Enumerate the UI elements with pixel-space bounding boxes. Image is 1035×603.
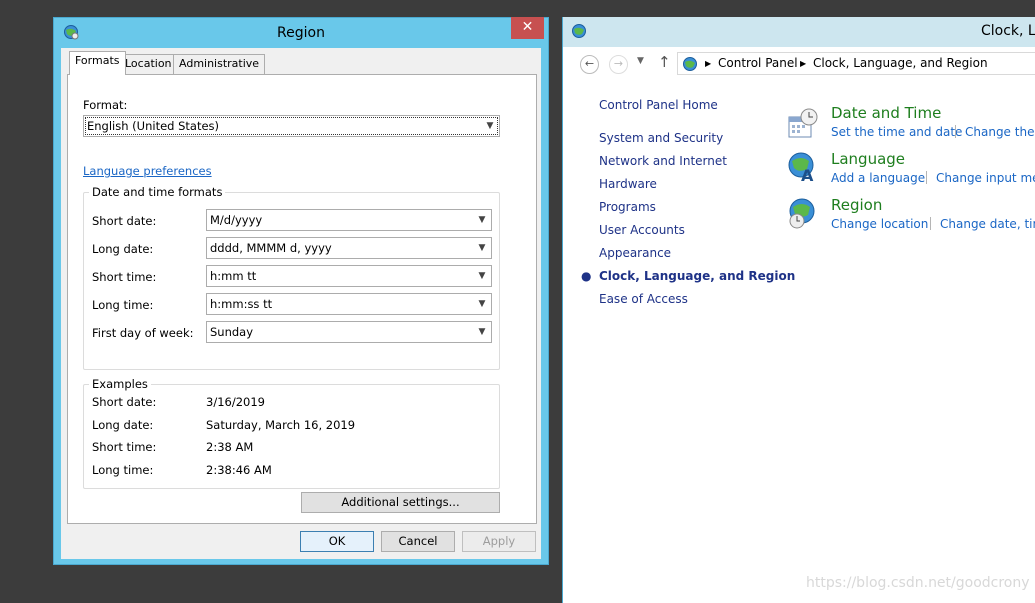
chevron-down-icon: ▼ (478, 243, 486, 253)
category-region-title[interactable]: Region (831, 196, 882, 214)
breadcrumb-separator-icon: ▶ (705, 59, 712, 68)
language-preferences-link[interactable]: Language preferences (83, 164, 212, 178)
example-short-time-value: 2:38 AM (206, 440, 254, 454)
tab-administrative[interactable]: Administrative (173, 54, 266, 74)
svg-text:A: A (801, 166, 814, 183)
watermark-text: https://blog.csdn.net/goodcrony (806, 575, 1030, 591)
chevron-down-icon: ▼ (478, 299, 486, 309)
example-long-time-value: 2:38:46 AM (206, 463, 272, 477)
breadcrumb-clock-language-region[interactable]: Clock, Language, and Region (813, 53, 988, 74)
link-separator (930, 217, 931, 230)
long-date-label: Long date: (92, 242, 154, 256)
close-button[interactable]: ✕ (511, 17, 544, 39)
sidebar-item-control-panel-home[interactable]: Control Panel Home (599, 98, 718, 112)
sidebar-item-system-security[interactable]: System and Security (599, 131, 723, 145)
forward-arrow-icon[interactable]: → (609, 55, 628, 74)
calendar-clock-icon (787, 107, 819, 139)
current-item-bullet-icon: ● (581, 269, 592, 283)
apply-button[interactable]: Apply (462, 531, 536, 552)
sidebar-item-clock-language-region[interactable]: Clock, Language, and Region (599, 269, 795, 283)
tab-formats[interactable]: Formats (69, 51, 126, 75)
short-time-label: Short time: (92, 270, 157, 284)
add-language-link[interactable]: Add a language (831, 171, 925, 185)
link-separator (926, 171, 927, 184)
examples-group: Examples Short date: 3/16/2019 Long date… (83, 377, 500, 489)
dialog-client-area: Formats Location Administrative Format: … (61, 48, 541, 559)
up-arrow-icon[interactable]: ↑ (658, 53, 671, 71)
short-time-dropdown[interactable]: h:mm tt ▼ (206, 265, 492, 287)
long-date-dropdown[interactable]: dddd, MMMM d, yyyy ▼ (206, 237, 492, 259)
first-day-of-week-label: First day of week: (92, 326, 194, 340)
category-date-time-title[interactable]: Date and Time (831, 104, 941, 122)
control-panel-window: Clock, La ← → ▼ ↑ ▶ Control Panel ▶ Cloc… (562, 17, 1035, 603)
format-label: Format: (83, 98, 128, 112)
first-day-of-week-dropdown[interactable]: Sunday ▼ (206, 321, 492, 343)
group-title: Examples (89, 377, 151, 391)
window-title: Clock, La (981, 23, 1035, 39)
example-short-time-label: Short time: (92, 440, 157, 454)
language-globe-icon: A (787, 151, 819, 185)
example-short-date-label: Short date: (92, 395, 157, 409)
group-title: Date and time formats (89, 185, 226, 199)
formats-tab-panel: Format: English (United States) ▼ Langua… (67, 74, 537, 524)
date-time-formats-group: Date and time formats Short date: M/d/yy… (83, 185, 500, 370)
back-arrow-icon[interactable]: ← (580, 55, 599, 74)
breadcrumb-control-panel[interactable]: Control Panel (718, 53, 798, 74)
chevron-down-icon: ▼ (478, 215, 486, 225)
sidebar-item-user-accounts[interactable]: User Accounts (599, 223, 685, 237)
short-date-label: Short date: (92, 214, 157, 228)
sidebar-item-ease-of-access[interactable]: Ease of Access (599, 292, 688, 306)
recent-locations-chevron-icon[interactable]: ▼ (637, 56, 644, 66)
control-panel-icon (682, 56, 698, 72)
address-bar[interactable]: ▶ Control Panel ▶ Clock, Language, and R… (677, 52, 1035, 75)
change-date-time-number-formats-link[interactable]: Change date, time (940, 217, 1035, 231)
category-language-title[interactable]: Language (831, 150, 905, 168)
long-time-dropdown[interactable]: h:mm:ss tt ▼ (206, 293, 492, 315)
short-date-dropdown[interactable]: M/d/yyyy ▼ (206, 209, 492, 231)
control-panel-icon (571, 23, 587, 39)
sidebar-item-programs[interactable]: Programs (599, 200, 656, 214)
change-input-methods-link[interactable]: Change input meth (936, 171, 1035, 185)
chevron-down-icon: ▼ (478, 271, 486, 281)
region-globe-icon (787, 197, 819, 229)
example-long-date-label: Long date: (92, 418, 154, 432)
long-date-value: dddd, MMMM d, yyyy (210, 241, 332, 255)
format-dropdown[interactable]: English (United States) ▼ (83, 115, 500, 137)
additional-settings-button[interactable]: Additional settings... (301, 492, 500, 513)
ok-button[interactable]: OK (300, 531, 374, 552)
set-time-date-link[interactable]: Set the time and date (831, 125, 962, 139)
change-location-link[interactable]: Change location (831, 217, 928, 231)
region-dialog: Region ✕ Formats Location Administrative… (53, 17, 549, 565)
link-separator (955, 125, 956, 138)
cp-titlebar: Clock, La (563, 17, 1035, 47)
short-time-value: h:mm tt (210, 269, 257, 283)
sidebar-item-appearance[interactable]: Appearance (599, 246, 671, 260)
first-day-of-week-value: Sunday (210, 325, 254, 339)
format-value: English (United States) (87, 119, 220, 133)
long-time-value: h:mm:ss tt (210, 297, 273, 311)
example-long-date-value: Saturday, March 16, 2019 (206, 418, 356, 432)
example-short-date-value: 3/16/2019 (206, 395, 265, 409)
region-globe-icon (63, 24, 79, 40)
navigation-bar: ← → ▼ ↑ ▶ Control Panel ▶ Clock, Languag… (563, 47, 1035, 83)
cancel-button[interactable]: Cancel (381, 531, 455, 552)
chevron-down-icon: ▼ (478, 327, 486, 337)
short-date-value: M/d/yyyy (210, 213, 263, 227)
sidebar-item-hardware[interactable]: Hardware (599, 177, 657, 191)
tab-location[interactable]: Location (119, 54, 178, 74)
chevron-down-icon: ▼ (486, 121, 494, 131)
change-time-zone-link[interactable]: Change the ti (965, 125, 1035, 139)
sidebar-item-network-internet[interactable]: Network and Internet (599, 154, 727, 168)
example-long-time-label: Long time: (92, 463, 154, 477)
dialog-title: Region (277, 25, 325, 41)
long-time-label: Long time: (92, 298, 154, 312)
breadcrumb-separator-icon: ▶ (800, 59, 807, 68)
